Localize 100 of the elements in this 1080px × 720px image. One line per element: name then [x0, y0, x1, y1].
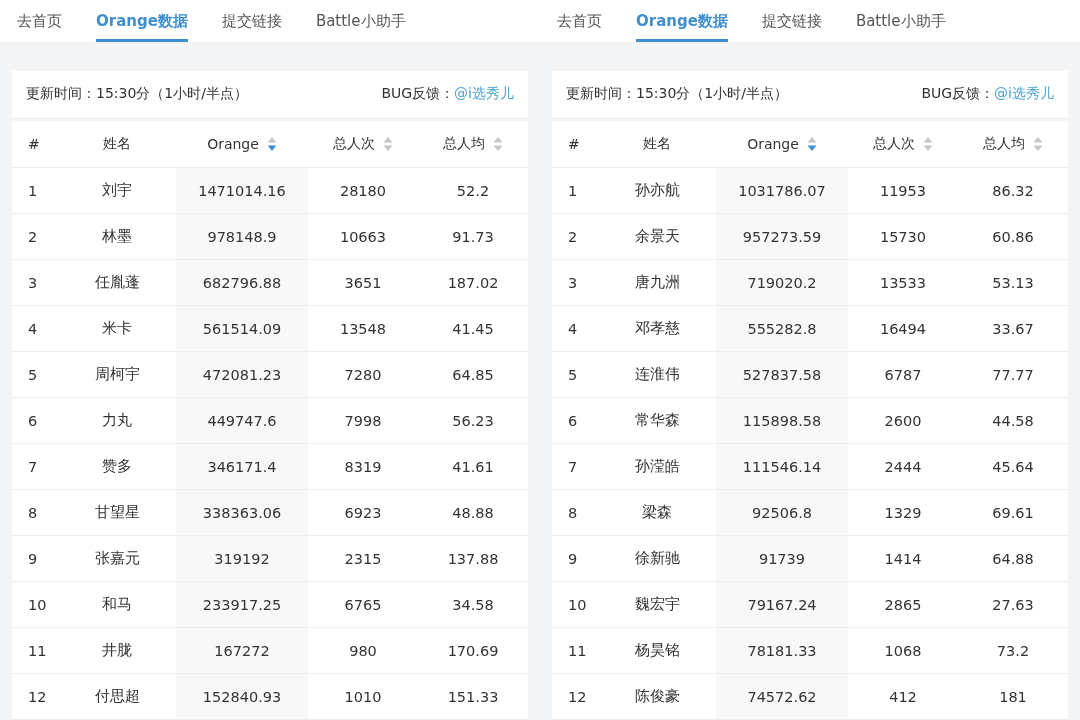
table-cell: 12: [552, 674, 598, 720]
table-cell: 余景天: [598, 214, 716, 260]
table-cell: 1031786.07: [716, 168, 848, 214]
table-cell: 319192: [176, 536, 308, 582]
table-cell: 64.85: [418, 352, 528, 398]
table-cell: 10: [552, 582, 598, 628]
table-cell: 1010: [308, 674, 418, 720]
table-cell: 472081.23: [176, 352, 308, 398]
table-cell: 978148.9: [176, 214, 308, 260]
table-cell: 60.86: [958, 214, 1068, 260]
table-cell: 41.45: [418, 306, 528, 352]
table-cell: 233917.25: [176, 582, 308, 628]
table-cell: 4: [12, 306, 58, 352]
table-cell: 6923: [308, 490, 418, 536]
table-cell: 527837.58: [716, 352, 848, 398]
column-title: 总人次: [873, 135, 915, 153]
sort-icon[interactable]: [806, 136, 817, 152]
table-cell: 7998: [308, 398, 418, 444]
column-header[interactable]: Orange: [176, 121, 308, 168]
table-cell: 连淮伟: [598, 352, 716, 398]
table-cell: 徐新驰: [598, 536, 716, 582]
nav-tab[interactable]: 去首页: [557, 0, 602, 42]
table-cell: 2600: [848, 398, 958, 444]
column-header[interactable]: 总人均: [958, 121, 1068, 168]
sort-icon[interactable]: [383, 136, 393, 152]
nav-tab[interactable]: 提交链接: [761, 0, 822, 42]
table-cell: 41.61: [418, 444, 528, 490]
table-cell: 8: [552, 490, 598, 536]
table-cell: 林墨: [58, 214, 176, 260]
column-header[interactable]: 总人次: [848, 121, 958, 168]
table-cell: 682796.88: [176, 260, 308, 306]
table-cell: 付思超: [58, 674, 176, 720]
table-cell: 91.73: [418, 214, 528, 260]
table-cell: 11: [12, 628, 58, 674]
column-title: 总人次: [333, 135, 375, 153]
table-cell: 刘宇: [58, 168, 176, 214]
column-title: 姓名: [103, 135, 131, 153]
table-cell: 86.32: [958, 168, 1068, 214]
table-cell: 92506.8: [716, 490, 848, 536]
nav-tab[interactable]: 提交链接: [221, 0, 282, 42]
table-cell: 陈俊豪: [598, 674, 716, 720]
table-cell: 6: [12, 398, 58, 444]
table-cell: 181: [958, 674, 1068, 720]
sort-icon[interactable]: [493, 136, 503, 152]
table-cell: 任胤蓬: [58, 260, 176, 306]
table-cell: 10: [12, 582, 58, 628]
table-cell: 魏宏宇: [598, 582, 716, 628]
table-cell: 151.33: [418, 674, 528, 720]
table-cell: 34.58: [418, 582, 528, 628]
table-cell: 53.13: [958, 260, 1068, 306]
table-cell: 3651: [308, 260, 418, 306]
table-cell: 7280: [308, 352, 418, 398]
table-cell: 77.77: [958, 352, 1068, 398]
table-cell: 5: [12, 352, 58, 398]
column-title: 总人均: [443, 135, 485, 153]
table-cell: 1: [12, 168, 58, 214]
column-header[interactable]: 总人次: [308, 121, 418, 168]
table-cell: 甘望星: [58, 490, 176, 536]
sort-icon[interactable]: [266, 136, 277, 152]
table-cell: 8: [12, 490, 58, 536]
table-cell: 45.64: [958, 444, 1068, 490]
table-cell: 44.58: [958, 398, 1068, 444]
column-title: #: [568, 136, 580, 152]
table-cell: 115898.58: [716, 398, 848, 444]
column-header[interactable]: Orange: [716, 121, 848, 168]
table-cell: 1329: [848, 490, 958, 536]
table-cell: 52.2: [418, 168, 528, 214]
table-cell: 力丸: [58, 398, 176, 444]
table-cell: 73.2: [958, 628, 1068, 674]
feedback-label: BUG反馈：: [921, 85, 995, 103]
table-cell: 74572.62: [716, 674, 848, 720]
table-cell: 64.88: [958, 536, 1068, 582]
sort-icon[interactable]: [923, 136, 933, 152]
sort-icon[interactable]: [1033, 136, 1043, 152]
table-cell: 2: [552, 214, 598, 260]
table-cell: 2315: [308, 536, 418, 582]
table-cell: 56.23: [418, 398, 528, 444]
table-cell: 7: [12, 444, 58, 490]
nav-tab[interactable]: Battle小助手: [315, 0, 406, 42]
table-cell: 980: [308, 628, 418, 674]
table-cell: 111546.14: [716, 444, 848, 490]
table-cell: 和马: [58, 582, 176, 628]
table-cell: 赞多: [58, 444, 176, 490]
column-header[interactable]: 总人均: [418, 121, 528, 168]
nav-tab[interactable]: 去首页: [17, 0, 62, 42]
table-cell: 16494: [848, 306, 958, 352]
table-cell: 12: [12, 674, 58, 720]
table-cell: 张嘉元: [58, 536, 176, 582]
table-cell: 周柯宇: [58, 352, 176, 398]
nav-tab[interactable]: Battle小助手: [855, 0, 946, 42]
table-cell: 27.63: [958, 582, 1068, 628]
column-title: Orange: [207, 136, 259, 152]
table-cell: 79167.24: [716, 582, 848, 628]
table-cell: 137.88: [418, 536, 528, 582]
column-title: Orange: [747, 136, 799, 152]
table-cell: 6787: [848, 352, 958, 398]
table-cell: 28180: [308, 168, 418, 214]
table-cell: 555282.8: [716, 306, 848, 352]
table-cell: 6765: [308, 582, 418, 628]
table-cell: 7: [552, 444, 598, 490]
